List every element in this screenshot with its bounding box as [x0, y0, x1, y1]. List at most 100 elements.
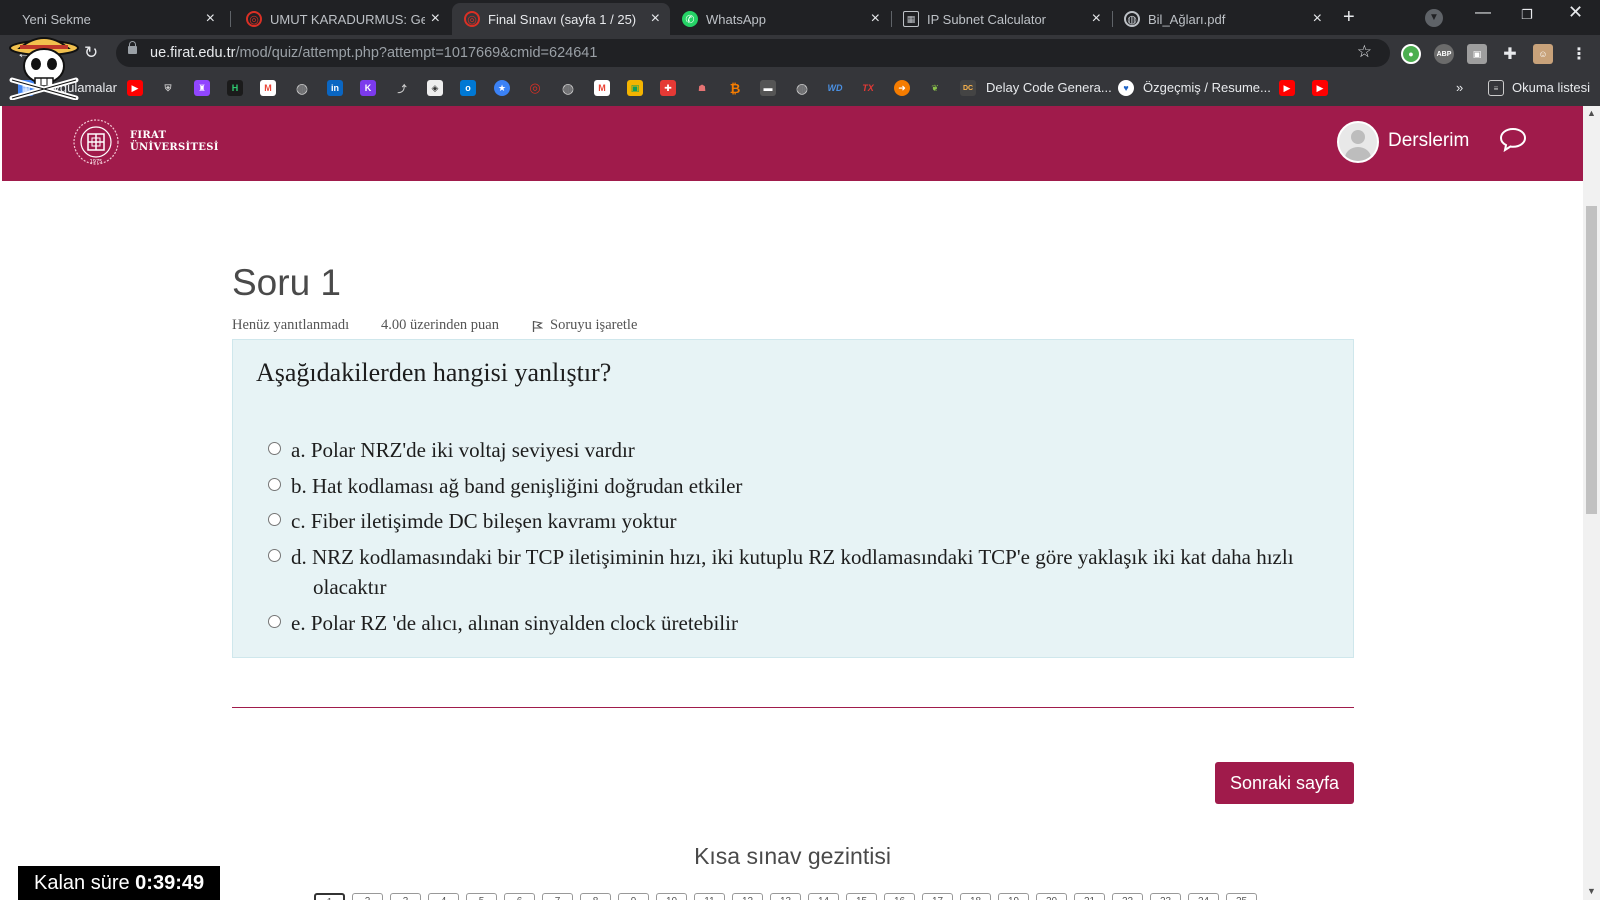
quiz-nav-page-button[interactable]: 19 [998, 893, 1029, 900]
reading-list-button[interactable]: Okuma listesi [1512, 80, 1590, 95]
youtube-icon[interactable]: ▶ [1279, 80, 1295, 96]
orange-bookmark-icon[interactable]: ➜ [894, 80, 910, 96]
globe-icon[interactable]: ◍ [560, 80, 576, 96]
quiz-nav-page-button[interactable]: 10 [656, 893, 687, 900]
quiz-nav-page-button[interactable]: 14 [808, 893, 839, 900]
classroom-icon[interactable]: ▣ [627, 80, 643, 96]
quiz-nav-page-button[interactable]: 4 [428, 893, 459, 900]
tab-close-icon[interactable]: × [1092, 10, 1101, 28]
quiz-nav-page-button[interactable]: 24 [1188, 893, 1219, 900]
message-bubble-icon[interactable] [1499, 126, 1527, 152]
answer-option-a[interactable]: a. Polar NRZ'de iki voltaj seviyesi vard… [257, 435, 1317, 465]
quiz-nav-page-button[interactable]: 23 [1150, 893, 1181, 900]
scrollbar-thumb[interactable] [1586, 206, 1597, 514]
tab-close-icon[interactable]: × [871, 10, 880, 28]
minimize-icon[interactable]: — [1475, 4, 1491, 22]
answer-label[interactable]: b. Hat kodlaması ağ band genişliğini doğ… [291, 471, 1317, 501]
gmail-icon[interactable]: M [260, 80, 276, 96]
radio-button[interactable] [268, 478, 281, 491]
answer-option-d[interactable]: d. NRZ kodlamasındaki bir TCP iletişimin… [257, 542, 1317, 602]
page-scrollbar[interactable]: ▲ ▼ [1583, 106, 1600, 900]
bookmarks-overflow-chevron[interactable]: » [1456, 80, 1463, 95]
moodle-bookmark-icon[interactable]: ◎ [527, 80, 543, 96]
tab-ip-subnet[interactable]: ▦ IP Subnet Calculator × [893, 3, 1111, 35]
twitch-icon[interactable]: ♜ [194, 80, 210, 96]
adblock-extension-icon[interactable]: ABP [1434, 44, 1454, 64]
red-square-bookmark-icon[interactable]: ✚ [660, 80, 676, 96]
quiz-nav-page-button[interactable]: 22 [1112, 893, 1143, 900]
quiz-nav-page-button[interactable]: 5 [466, 893, 497, 900]
globe-icon[interactable]: ◍ [794, 80, 810, 96]
bookmark-star-icon[interactable]: ☆ [1357, 42, 1372, 62]
scroll-down-arrow-icon[interactable]: ▼ [1587, 886, 1596, 896]
tx-bookmark-icon[interactable]: TX [860, 80, 876, 96]
quiz-nav-page-button[interactable]: 7 [542, 893, 573, 900]
answer-option-c[interactable]: c. Fiber iletişimde DC bileşen kavramı y… [257, 506, 1317, 536]
flag-question-link[interactable]: Soruyu işaretle [550, 317, 637, 334]
tab-search-chevron-icon[interactable]: ▼ [1425, 9, 1443, 27]
extension-square-icon[interactable]: ▣ [1467, 44, 1487, 64]
radio-button[interactable] [268, 549, 281, 562]
answer-option-e[interactable]: e. Polar RZ 'de alıcı, alınan sinyalden … [257, 608, 1317, 638]
tab-close-icon[interactable]: × [651, 10, 660, 28]
quiz-nav-page-button[interactable]: 20 [1036, 893, 1067, 900]
hat-bookmark-icon[interactable]: ☗ [694, 80, 710, 96]
tab-whatsapp[interactable]: ✆ WhatsApp × [672, 3, 890, 35]
answer-label[interactable]: d. NRZ kodlamasındaki bir TCP iletişimin… [291, 542, 1317, 602]
window-close-icon[interactable]: ✕ [1568, 2, 1583, 23]
quiz-nav-page-button[interactable]: 1 [314, 893, 345, 900]
radio-button[interactable] [268, 615, 281, 628]
wd-bookmark-icon[interactable]: WD [827, 80, 843, 96]
new-tab-plus-icon[interactable]: + [1343, 6, 1355, 29]
quiz-nav-page-button[interactable]: 17 [922, 893, 953, 900]
quiz-nav-page-button[interactable]: 11 [694, 893, 725, 900]
flag-icon[interactable] [532, 320, 543, 333]
quiz-nav-page-button[interactable]: 12 [732, 893, 763, 900]
radio-button[interactable] [268, 513, 281, 526]
quiz-nav-page-button[interactable]: 16 [884, 893, 915, 900]
address-bar[interactable]: ue.firat.edu.tr/mod/quiz/attempt.php?att… [116, 39, 1390, 67]
user-avatar[interactable] [1337, 121, 1379, 163]
quiz-nav-page-button[interactable]: 21 [1074, 893, 1105, 900]
scroll-up-arrow-icon[interactable]: ▲ [1587, 108, 1596, 118]
reload-icon[interactable]: ↻ [84, 43, 98, 63]
quiz-nav-page-button[interactable]: 15 [846, 893, 877, 900]
tab-umut[interactable]: ◎ UMUT KARADURMUS: Gen × [232, 3, 450, 35]
restore-icon[interactable]: ❐ [1521, 7, 1533, 23]
tab-bil-aglari-pdf[interactable]: ◍ Bil_Ağları.pdf × [1114, 3, 1332, 35]
youtube-icon[interactable]: ▶ [1312, 80, 1328, 96]
quiz-nav-page-button[interactable]: 13 [770, 893, 801, 900]
answer-label[interactable]: a. Polar NRZ'de iki voltaj seviyesi vard… [291, 435, 1317, 465]
shield-bookmark-icon[interactable]: ⛨ [160, 80, 176, 96]
hackerrank-icon[interactable]: H [227, 80, 243, 96]
leaf-bookmark-icon[interactable]: ❦ [927, 80, 943, 96]
answer-option-b[interactable]: b. Hat kodlaması ağ band genişliğini doğ… [257, 471, 1317, 501]
tab-close-icon[interactable]: × [431, 10, 440, 28]
radio-button[interactable] [268, 442, 281, 455]
youtube-icon[interactable]: ▶ [127, 80, 143, 96]
extension-chrome-icon[interactable]: ● [1401, 44, 1421, 64]
url-text[interactable]: ue.firat.edu.tr/mod/quiz/attempt.php?att… [150, 45, 597, 61]
kahoot-icon[interactable]: K [360, 80, 376, 96]
answer-label[interactable]: e. Polar RZ 'de alıcı, alınan sinyalden … [291, 608, 1317, 638]
tab-close-icon[interactable]: × [1313, 10, 1322, 28]
quiz-nav-page-button[interactable]: 18 [960, 893, 991, 900]
chrome-menu-icon[interactable]: ⋮ [1569, 44, 1589, 64]
bitcoin-bookmark-icon[interactable]: ₿ [727, 80, 743, 96]
quiz-nav-page-button[interactable]: 8 [580, 893, 611, 900]
curve-bookmark-icon[interactable]: ⤴ [394, 80, 410, 96]
my-courses-link[interactable]: Derslerim [1388, 130, 1469, 152]
pattern-bookmark-icon[interactable]: ◈ [427, 80, 443, 96]
puzzle-extensions-icon[interactable]: ✚ [1500, 44, 1520, 64]
quiz-nav-page-button[interactable]: 3 [390, 893, 421, 900]
gmail-icon[interactable]: M [594, 80, 610, 96]
quiz-nav-page-button[interactable]: 2 [352, 893, 383, 900]
star-badge-icon[interactable]: ★ [494, 80, 510, 96]
firat-university-seal-logo[interactable]: 1975 [72, 118, 120, 166]
dark-bookmark-icon[interactable]: ▬ [760, 80, 776, 96]
bookmark-resume[interactable]: Özgeçmiş / Resume... [1143, 80, 1271, 95]
linkedin-icon[interactable]: in [327, 80, 343, 96]
profile-avatar-icon[interactable]: ☺ [1533, 44, 1553, 64]
tab-final-sinavi[interactable]: ◎ Final Sınavı (sayfa 1 / 25) × [452, 3, 670, 35]
tab-close-icon[interactable]: × [206, 10, 215, 28]
